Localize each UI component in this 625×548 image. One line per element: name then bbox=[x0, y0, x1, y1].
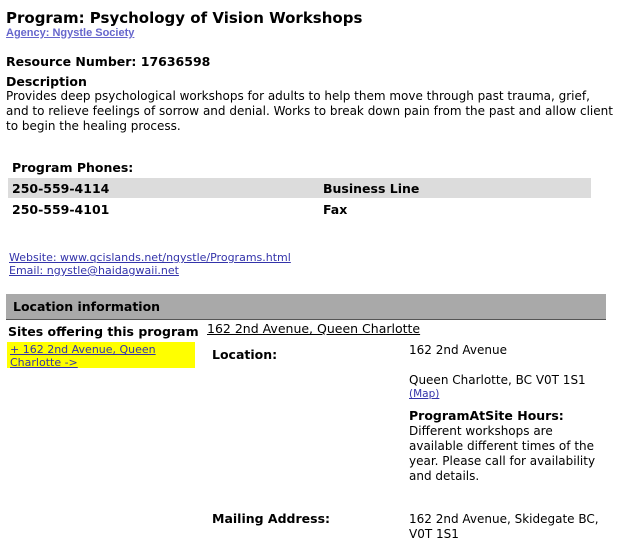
agency-link[interactable]: Agency: Ngystle Society bbox=[6, 27, 134, 39]
address-line-1: 162 2nd Avenue bbox=[409, 343, 507, 357]
site-link[interactable]: + 162 2nd Avenue, Queen Charlotte -> bbox=[10, 343, 192, 369]
email-link[interactable]: Email: ngystle@haidagwaii.net bbox=[9, 264, 179, 277]
location-info-title: Location information bbox=[13, 299, 161, 314]
description-heading: Description bbox=[6, 74, 87, 89]
site-title-link[interactable]: 162 2nd Avenue, Queen Charlotte bbox=[207, 321, 420, 336]
address-line-2: Queen Charlotte, BC V0T 1S1 bbox=[409, 373, 586, 387]
phone-label: Fax bbox=[323, 202, 348, 217]
website-link[interactable]: Website: www.qcislands.net/ngystle/Progr… bbox=[9, 251, 291, 264]
resource-number: Resource Number: 17636598 bbox=[6, 54, 211, 69]
site-list-item[interactable]: + 162 2nd Avenue, Queen Charlotte -> bbox=[7, 342, 195, 369]
mailing-address-value: 162 2nd Avenue, Skidegate BC, V0T 1S1 bbox=[409, 512, 599, 541]
page-title: Program: Psychology of Vision Workshops bbox=[6, 9, 363, 27]
location-label: Location: bbox=[212, 347, 278, 362]
hours-heading: ProgramAtSite Hours: bbox=[409, 408, 564, 423]
map-link[interactable]: (Map) bbox=[409, 388, 439, 400]
location-info-bar: Location information bbox=[6, 294, 606, 320]
description-text: Provides deep psychological workshops fo… bbox=[6, 89, 613, 133]
phone-label: Business Line bbox=[323, 181, 420, 196]
phone-number: 250-559-4101 bbox=[12, 202, 110, 217]
phone-number: 250-559-4114 bbox=[12, 181, 110, 196]
mailing-address-label: Mailing Address: bbox=[212, 511, 331, 526]
sites-heading: Sites offering this program bbox=[8, 324, 199, 339]
phone-row: 250-559-4114 Business Line bbox=[8, 178, 591, 198]
hours-text: Different workshops are available differ… bbox=[409, 424, 596, 483]
phone-row: 250-559-4101 Fax bbox=[8, 199, 591, 219]
program-phones-heading: Program Phones: bbox=[12, 160, 134, 175]
